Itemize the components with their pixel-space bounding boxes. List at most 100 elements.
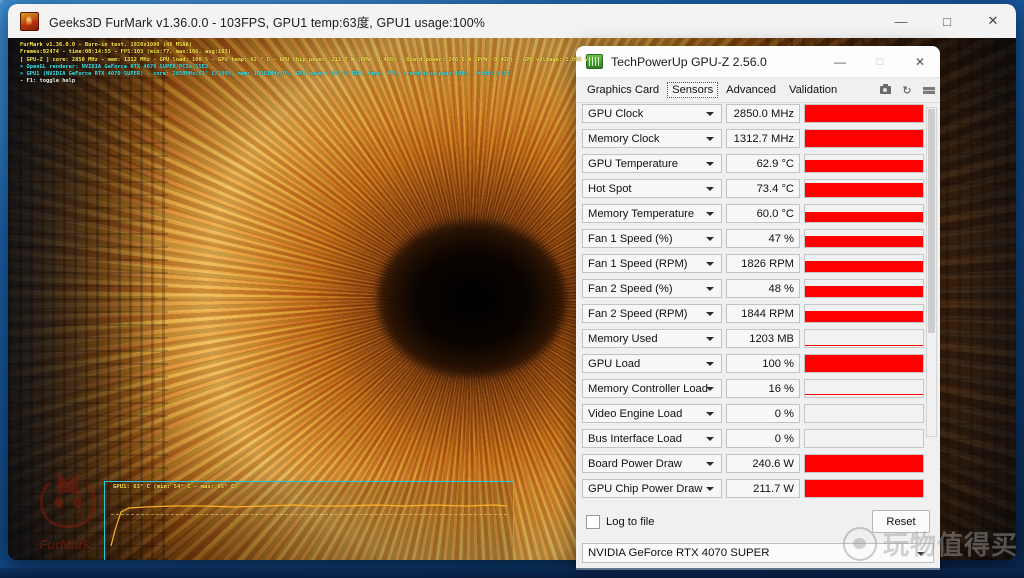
furmark-osd-overlay: FurMark v1.36.0.0 - Burn-in test, 1920x1… [20, 42, 588, 86]
sensor-sparkline [804, 454, 924, 473]
sensor-name-select[interactable]: GPU Load [582, 354, 722, 373]
sparkline-line [805, 394, 923, 396]
sparkline-fill [805, 105, 923, 122]
gpuz-tabbar[interactable]: Graphics Card Sensors Advanced Validatio… [576, 78, 940, 103]
furmark-close-button[interactable]: ✕ [970, 5, 1016, 38]
chevron-down-icon[interactable] [706, 462, 714, 466]
sensor-sparkline [804, 129, 924, 148]
chevron-down-icon[interactable] [706, 387, 714, 391]
sensor-sparkline [804, 429, 924, 448]
sensor-name-select[interactable]: Memory Controller Load [582, 379, 722, 398]
sensor-row: Fan 2 Speed (%) 48 % [576, 278, 940, 299]
sensor-value: 62.9 °C [726, 154, 800, 173]
sensor-row: Bus Interface Load 0 % [576, 428, 940, 449]
furmark-minimize-button[interactable]: — [878, 5, 924, 38]
gpuz-minimize-button[interactable]: — [820, 47, 860, 77]
chevron-down-icon[interactable] [706, 212, 714, 216]
gpuz-title-text: TechPowerUp GPU-Z 2.56.0 [611, 54, 767, 69]
sensor-row: Video Engine Load 0 % [576, 403, 940, 424]
sensor-value: 47 % [726, 229, 800, 248]
sensor-name-label: GPU Load [588, 357, 641, 370]
camera-icon[interactable] [874, 81, 896, 99]
sensor-sparkline [804, 229, 924, 248]
sensor-list-scrollbar[interactable] [926, 107, 937, 437]
chevron-down-icon[interactable] [706, 312, 714, 316]
chevron-down-icon[interactable] [706, 412, 714, 416]
sensor-row: Memory Controller Load 16 % [576, 378, 940, 399]
sensor-value: 1826 RPM [726, 254, 800, 273]
sparkline-fill [805, 160, 923, 172]
gpuz-maximize-button[interactable]: □ [860, 47, 900, 77]
chevron-down-icon[interactable] [706, 287, 714, 291]
tab-graphics-card[interactable]: Graphics Card [582, 82, 664, 98]
sensor-sparkline [804, 479, 924, 498]
menu-icon[interactable] [918, 81, 940, 99]
osd-line-gpu1: > GPU1 (NVIDIA GeForce RTX 4070 SUPER) -… [20, 71, 511, 78]
sensor-name-select[interactable]: Video Engine Load [582, 404, 722, 423]
sensor-row: Board Power Draw 240.6 W [576, 453, 940, 474]
sensor-name-select[interactable]: Fan 1 Speed (RPM) [582, 254, 722, 273]
furmark-logo-eye-left [54, 497, 63, 508]
chevron-down-icon[interactable] [706, 262, 714, 266]
sparkline-fill [805, 355, 923, 372]
sparkline-line [805, 345, 923, 346]
device-select[interactable]: NVIDIA GeForce RTX 4070 SUPER [582, 543, 934, 563]
sensor-sparkline [804, 104, 924, 123]
log-to-file-checkbox[interactable]: Log to file [586, 515, 655, 529]
chevron-down-icon[interactable] [706, 362, 714, 366]
chevron-down-icon[interactable] [706, 112, 714, 116]
sensor-name-select[interactable]: Fan 1 Speed (%) [582, 229, 722, 248]
reset-button[interactable]: Reset [872, 510, 930, 533]
scrollbar-thumb[interactable] [928, 109, 935, 333]
chevron-down-icon[interactable] [706, 237, 714, 241]
sensor-row: Fan 1 Speed (RPM) 1826 RPM [576, 253, 940, 274]
chevron-down-icon[interactable] [706, 337, 714, 341]
sparkline-fill [805, 311, 923, 322]
chevron-down-icon[interactable] [706, 487, 714, 491]
sensor-name-select[interactable]: Fan 2 Speed (RPM) [582, 304, 722, 323]
sensor-name-select[interactable]: Memory Used [582, 329, 722, 348]
sensor-name-select[interactable]: Hot Spot [582, 179, 722, 198]
gpuz-sensor-list[interactable]: GPU Clock 2850.0 MHz Memory Clock 1312.7 MH… [576, 103, 940, 505]
sensor-value: 211.7 W [726, 479, 800, 498]
sparkline-fill [805, 183, 923, 197]
chevron-down-icon[interactable] [706, 187, 714, 191]
sparkline-fill [805, 211, 923, 222]
sensor-name-select[interactable]: Fan 2 Speed (%) [582, 279, 722, 298]
furmark-maximize-button[interactable]: □ [924, 5, 970, 38]
osd-line-gpuz: [ GPU-Z ] core: 2850 MHz - mem: 1312 MHz… [20, 56, 588, 63]
gpuz-titlebar[interactable]: TechPowerUp GPU-Z 2.56.0 — □ ✕ [576, 46, 940, 78]
sensor-row: Memory Clock 1312.7 MHz [576, 128, 940, 149]
sensor-name-select[interactable]: Memory Temperature [582, 204, 722, 223]
chevron-down-icon[interactable] [706, 437, 714, 441]
chevron-down-icon[interactable] [706, 162, 714, 166]
sensor-name-select[interactable]: Bus Interface Load [582, 429, 722, 448]
taskbar[interactable] [0, 568, 1024, 578]
sparkline-fill [805, 130, 923, 147]
sensor-row: Memory Temperature 60.0 °C [576, 203, 940, 224]
sensor-sparkline [804, 254, 924, 273]
sensor-name-select[interactable]: Memory Clock [582, 129, 722, 148]
sensor-sparkline [804, 204, 924, 223]
sensor-name-label: Fan 2 Speed (RPM) [588, 307, 688, 320]
sensor-name-select[interactable]: GPU Chip Power Draw [582, 479, 722, 498]
sensor-value: 0 % [726, 429, 800, 448]
sensor-value: 100 % [726, 354, 800, 373]
furmark-titlebar[interactable]: Geeks3D FurMark v1.36.0.0 - 103FPS, GPU1… [8, 4, 1016, 39]
sensor-value: 2850.0 MHz [726, 104, 800, 123]
gpuz-window[interactable]: TechPowerUp GPU-Z 2.56.0 — □ ✕ Graphics … [576, 46, 940, 570]
chevron-down-icon[interactable] [917, 552, 925, 556]
sensor-name-select[interactable]: GPU Temperature [582, 154, 722, 173]
sensor-name-select[interactable]: GPU Clock [582, 104, 722, 123]
tab-advanced[interactable]: Advanced [721, 82, 781, 98]
tab-sensors[interactable]: Sensors [667, 82, 719, 98]
gpuz-close-button[interactable]: ✕ [900, 47, 940, 77]
refresh-icon[interactable]: ↻ [896, 81, 918, 99]
sensor-name-select[interactable]: Board Power Draw [582, 454, 722, 473]
checkbox-box[interactable] [586, 515, 600, 529]
sensor-name-label: Fan 2 Speed (%) [588, 282, 673, 295]
sparkline-fill [805, 235, 923, 247]
tab-validation[interactable]: Validation [784, 82, 842, 98]
chevron-down-icon[interactable] [706, 137, 714, 141]
gpuz-footer[interactable]: Log to file Reset NVIDIA GeForce RTX 407… [576, 505, 940, 570]
